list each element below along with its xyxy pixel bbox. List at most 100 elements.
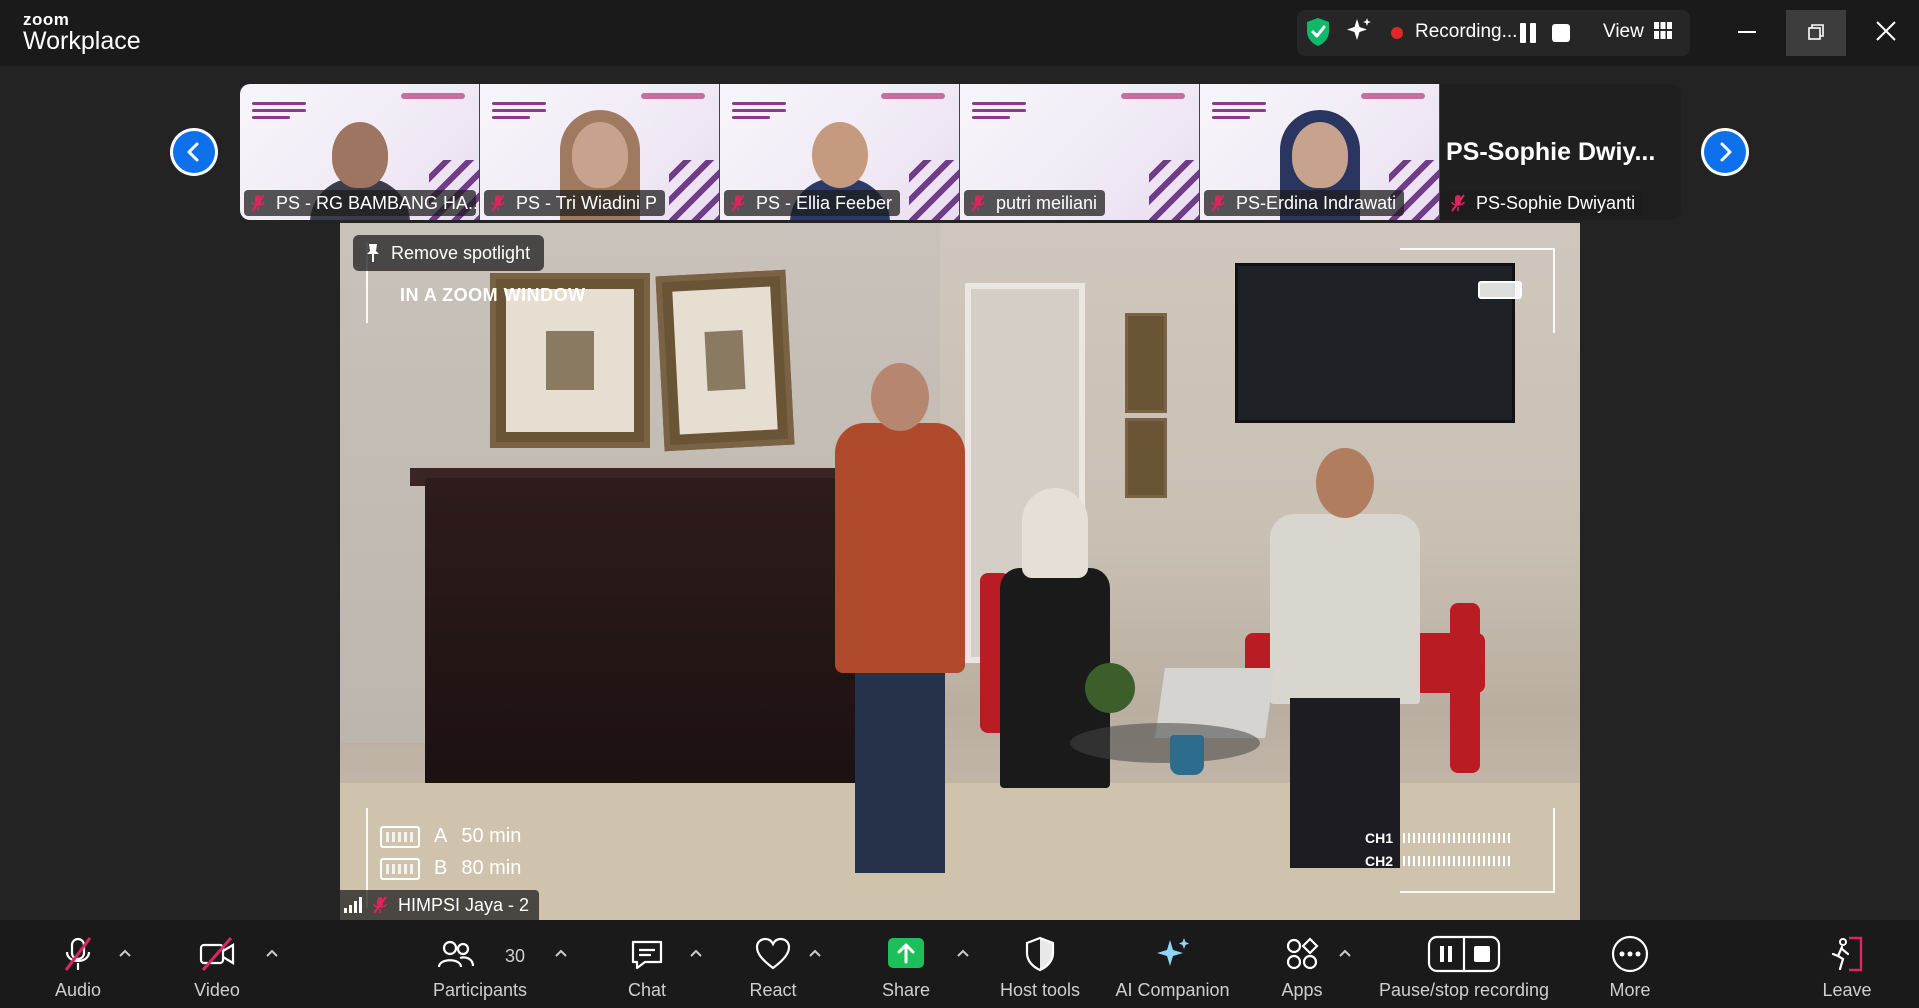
encryption-shield-icon[interactable] bbox=[1305, 17, 1331, 47]
leave-label: Leave bbox=[1822, 980, 1872, 1000]
muted-mic-icon bbox=[1211, 194, 1225, 212]
heart-icon bbox=[755, 937, 791, 970]
more-label: More bbox=[1609, 980, 1651, 1000]
title-bar: zoom Workplace Recording... View bbox=[0, 0, 1919, 66]
host-tools-button[interactable]: Host tools bbox=[995, 920, 1085, 1008]
logo-zoom-text: zoom bbox=[23, 10, 70, 29]
meeting-toolbar: Audio Video Participants 30 Chat React S… bbox=[0, 920, 1919, 1008]
pin-icon bbox=[367, 244, 379, 262]
video-options-caret-icon[interactable] bbox=[265, 948, 279, 958]
chat-options-caret-icon[interactable] bbox=[689, 948, 703, 958]
ai-companion-sparkle-icon bbox=[1156, 938, 1189, 966]
ai-companion-button[interactable]: AI Companion bbox=[1110, 920, 1235, 1008]
apps-icon bbox=[1286, 937, 1319, 970]
wall-picture-frame bbox=[1125, 418, 1167, 498]
remove-spotlight-label: Remove spotlight bbox=[391, 242, 531, 263]
audio-options-caret-icon[interactable] bbox=[118, 948, 132, 958]
video-button[interactable]: Video bbox=[177, 920, 257, 1008]
leave-button[interactable]: Leave bbox=[1807, 920, 1887, 1008]
pause-stop-recording-button[interactable]: Pause/stop recording bbox=[1374, 920, 1554, 1008]
muted-microphone-icon bbox=[64, 937, 92, 971]
participant-nametag: PS-Sophie Dwiyanti bbox=[1444, 190, 1644, 216]
participant-name: PS-Erdina Indrawati bbox=[1236, 192, 1397, 213]
participant-thumbnail[interactable]: PS-Sophie Dwiy... PS-Sophie Dwiyanti bbox=[1440, 84, 1681, 220]
standing-speaker bbox=[835, 363, 965, 873]
remove-spotlight-button[interactable]: Remove spotlight bbox=[353, 235, 545, 271]
participant-thumbnail-strip: PS - RG BAMBANG HA... PS - Tri Wiadini P… bbox=[240, 84, 1681, 220]
share-label: Share bbox=[881, 980, 931, 1000]
close-window-icon[interactable] bbox=[1873, 18, 1899, 44]
ai-companion-label: AI Companion bbox=[1115, 980, 1230, 1000]
more-options-icon bbox=[1611, 935, 1649, 973]
seated-guest bbox=[1270, 448, 1420, 868]
chat-label: Chat bbox=[627, 980, 667, 1000]
participant-name: PS - RG BAMBANG HA... bbox=[276, 192, 476, 213]
battery-a-indicator: A 50 min bbox=[380, 825, 521, 848]
participant-thumbnail[interactable]: putri meiliani bbox=[960, 84, 1200, 220]
piano bbox=[425, 478, 905, 798]
spotlight-video[interactable]: IN A ZOOM WINDOW A 50 min B 80 min CH1 C… bbox=[340, 223, 1580, 920]
participant-nametag: PS - Tri Wiadini P bbox=[484, 190, 666, 216]
pause-recording-icon[interactable] bbox=[1519, 23, 1537, 43]
battery-b-label: B bbox=[434, 857, 448, 879]
apps-label: Apps bbox=[1281, 980, 1323, 1000]
participant-thumbnail[interactable]: PS-Erdina Indrawati bbox=[1200, 84, 1440, 220]
host-tools-label: Host tools bbox=[999, 980, 1081, 1000]
chat-bubble-icon bbox=[631, 940, 663, 970]
battery-b-indicator: B 80 min bbox=[380, 857, 521, 880]
next-page-button[interactable] bbox=[1701, 128, 1749, 176]
share-options-caret-icon[interactable] bbox=[956, 948, 970, 958]
restore-window-button[interactable] bbox=[1786, 10, 1846, 56]
ai-sparkle-icon[interactable] bbox=[1345, 17, 1373, 45]
participant-thumbnail[interactable]: PS - Tri Wiadini P bbox=[480, 84, 720, 220]
stop-recording-icon[interactable] bbox=[1552, 24, 1570, 42]
share-screen-icon bbox=[888, 938, 924, 968]
grid-view-icon[interactable] bbox=[1654, 22, 1672, 39]
audio-channel-2: CH2 bbox=[1365, 853, 1514, 869]
muted-mic-icon bbox=[731, 194, 745, 212]
apps-options-caret-icon[interactable] bbox=[1338, 948, 1352, 958]
wall-picture-frame bbox=[1125, 313, 1167, 413]
participant-name: PS-Sophie Dwiyanti bbox=[1476, 192, 1636, 213]
share-button[interactable]: Share bbox=[866, 920, 946, 1008]
minimize-window-icon[interactable] bbox=[1738, 31, 1756, 33]
battery-icon bbox=[380, 825, 420, 848]
video-label: Video bbox=[194, 980, 240, 1000]
audio-channel-1: CH1 bbox=[1365, 830, 1514, 846]
muted-mic-icon bbox=[491, 194, 505, 212]
participants-icon bbox=[437, 940, 475, 968]
participant-name: putri meiliani bbox=[996, 192, 1098, 213]
previous-page-button[interactable] bbox=[170, 128, 218, 176]
pause-stop-recording-label: Pause/stop recording bbox=[1378, 980, 1550, 1000]
overlay-title: IN A ZOOM WINDOW bbox=[400, 285, 586, 305]
participant-thumbnail[interactable]: PS - Ellia Feeber bbox=[720, 84, 960, 220]
participant-thumbnail[interactable]: PS - RG BAMBANG HA... bbox=[240, 84, 480, 220]
participants-count: 30 bbox=[505, 946, 526, 966]
wall-picture-frame bbox=[655, 269, 795, 452]
signal-strength-icon bbox=[344, 897, 362, 913]
more-button[interactable]: More bbox=[1590, 920, 1670, 1008]
chat-button[interactable]: Chat bbox=[607, 920, 687, 1008]
apps-button[interactable]: Apps bbox=[1262, 920, 1342, 1008]
video-nametag: HIMPSI Jaya - 2 bbox=[340, 890, 540, 920]
react-options-caret-icon[interactable] bbox=[808, 948, 822, 958]
spotlight-participant-name: HIMPSI Jaya - 2 bbox=[398, 894, 530, 915]
muted-mic-icon bbox=[373, 896, 387, 914]
react-button[interactable]: React bbox=[733, 920, 813, 1008]
channel-1-label: CH1 bbox=[1365, 830, 1394, 846]
participants-options-caret-icon[interactable] bbox=[554, 948, 568, 958]
participant-name: PS - Ellia Feeber bbox=[756, 192, 893, 213]
logo-workplace-text: Workplace bbox=[23, 27, 141, 55]
participant-nametag: PS - RG BAMBANG HA... bbox=[244, 190, 476, 216]
participant-display-name: PS-Sophie Dwiy... bbox=[1446, 138, 1656, 166]
battery-a-value: 50 min bbox=[461, 825, 522, 847]
view-button[interactable]: View bbox=[1603, 21, 1644, 43]
muted-mic-icon bbox=[251, 194, 265, 212]
recording-dot-icon bbox=[1391, 27, 1403, 39]
participants-label: Participants bbox=[432, 980, 528, 1000]
camera-battery-indicator bbox=[1478, 281, 1522, 299]
participant-name: PS - Tri Wiadini P bbox=[516, 192, 658, 213]
video-off-icon bbox=[199, 937, 235, 971]
audio-button[interactable]: Audio bbox=[38, 920, 118, 1008]
participant-nametag: PS - Ellia Feeber bbox=[724, 190, 901, 216]
